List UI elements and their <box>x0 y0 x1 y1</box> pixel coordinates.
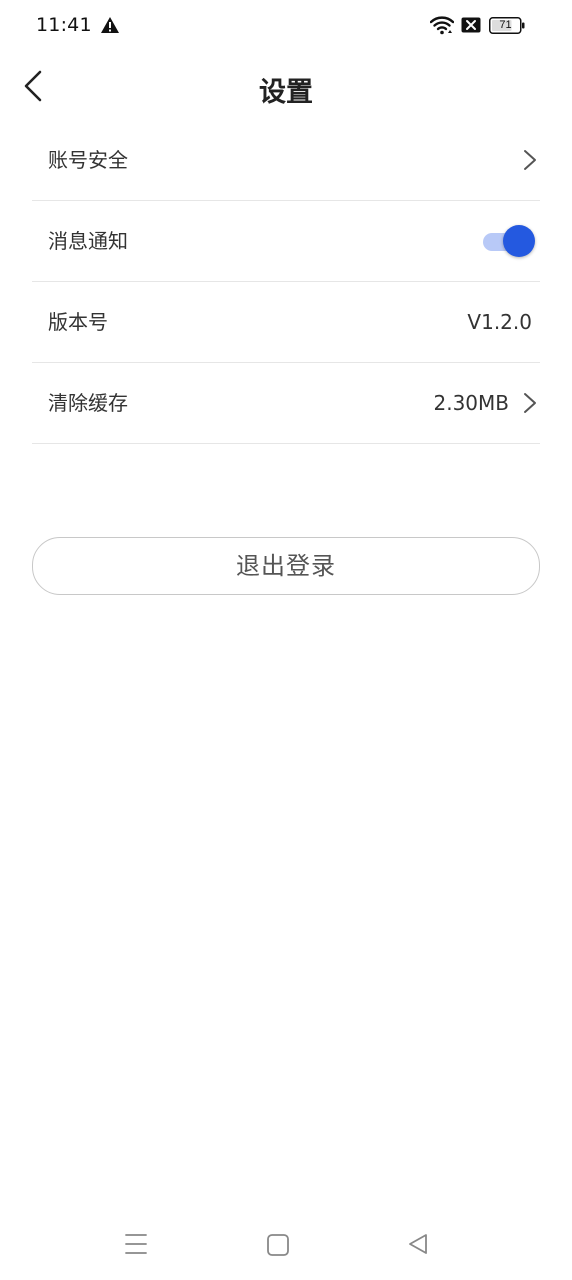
toggle-knob <box>503 225 535 257</box>
wifi-icon <box>430 16 454 35</box>
notifications-toggle[interactable] <box>483 225 535 257</box>
settings-list: 账号安全 消息通知 版本号 V1.2.0 清除缓存 2.30MB <box>32 120 540 444</box>
logout-button[interactable]: 退出登录 <box>32 537 540 595</box>
back-triangle-icon[interactable] <box>404 1231 432 1257</box>
chevron-right-icon <box>524 150 536 170</box>
home-square-icon[interactable] <box>264 1231 292 1259</box>
settings-item-version: 版本号 V1.2.0 <box>32 282 540 363</box>
version-value: V1.2.0 <box>467 310 532 334</box>
settings-item-label: 版本号 <box>48 310 108 334</box>
settings-screen: 11:41 71 设置 账号安全 消息通知 版本号 V1.2.0 清除缓存 2.… <box>0 0 572 1280</box>
settings-item-label: 账号安全 <box>48 148 128 172</box>
settings-item-label: 消息通知 <box>48 229 128 253</box>
cache-size-value: 2.30MB <box>433 391 509 415</box>
system-nav-bar <box>0 1214 572 1274</box>
settings-item-label: 清除缓存 <box>48 391 128 415</box>
header-bar: 设置 <box>0 52 572 124</box>
status-bar: 11:41 71 <box>0 0 572 52</box>
settings-item-notifications: 消息通知 <box>32 201 540 282</box>
chevron-right-icon <box>524 393 536 413</box>
settings-item-clear-cache[interactable]: 清除缓存 2.30MB <box>32 363 540 444</box>
status-time: 11:41 <box>36 14 92 36</box>
settings-item-account-security[interactable]: 账号安全 <box>32 120 540 201</box>
warning-icon <box>101 17 119 33</box>
menu-icon[interactable] <box>122 1231 150 1257</box>
page-title: 设置 <box>259 77 313 108</box>
battery-level: 71 <box>499 19 512 31</box>
no-sim-icon <box>461 17 481 33</box>
